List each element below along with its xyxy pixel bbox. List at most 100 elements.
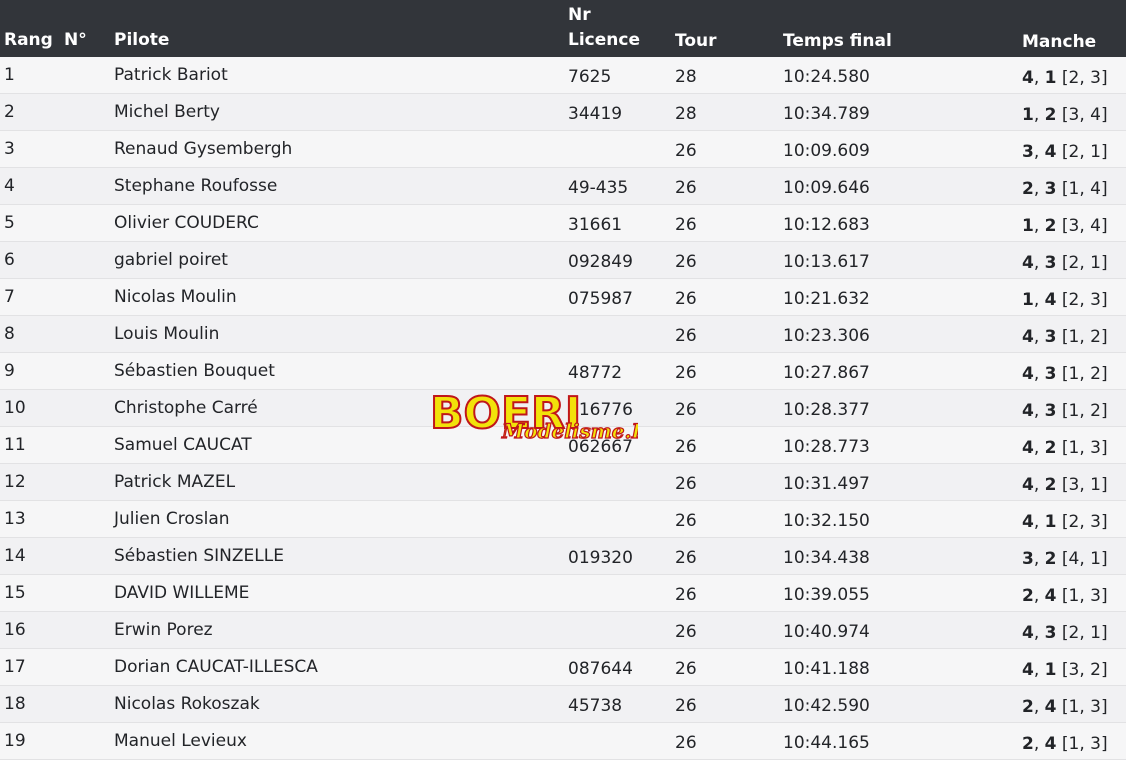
manche-rest: [3, 2] xyxy=(1061,660,1108,680)
manche-separator: , xyxy=(1033,697,1045,717)
manche-cell: 1, 2 [3, 4] xyxy=(1022,104,1108,126)
manche-cell: 3, 4 [2, 1] xyxy=(1022,141,1108,163)
manche-separator: , xyxy=(1033,142,1045,162)
header-pilote[interactable]: Pilote xyxy=(114,28,169,52)
rang-cell: 8 xyxy=(4,324,15,344)
manche-separator: , xyxy=(1033,364,1045,384)
manche-best-1: 1 xyxy=(1022,216,1034,236)
manche-cell: 4, 3 [2, 1] xyxy=(1022,252,1108,274)
table-row[interactable]: 17 Dorian CAUCAT-ILLESCA 087644 26 10:41.188… xyxy=(0,649,1126,686)
tour-cell: 26 xyxy=(675,437,697,457)
manche-best-2: 2 xyxy=(1044,475,1057,495)
pilote-cell: Patrick MAZEL xyxy=(114,472,236,492)
table-row[interactable]: 5 Olivier COUDERC 31661 26 10:12.683 1, 2 [3,… xyxy=(0,205,1126,242)
temps-final-cell: 10:21.632 xyxy=(783,289,870,309)
manche-best-1: 4 xyxy=(1022,253,1034,273)
table-row[interactable]: 12 Patrick MAZEL 26 10:31.497 4, 2 [3, 1] xyxy=(0,464,1126,501)
manche-rest: [2, 1] xyxy=(1061,253,1108,273)
table-row[interactable]: 8 Louis Moulin 26 10:23.306 4, 3 [1, 2] xyxy=(0,316,1126,353)
manche-cell: 4, 3 [2, 1] xyxy=(1022,622,1108,644)
manche-separator: , xyxy=(1033,105,1045,125)
pilote-cell: Renaud Gysembergh xyxy=(114,139,293,159)
pilote-cell: Dorian CAUCAT-ILLESCA xyxy=(114,657,318,677)
table-row[interactable]: 6 gabriel poiret 092849 26 10:13.617 4, 3 [2,… xyxy=(0,242,1126,279)
manche-best-2: 3 xyxy=(1044,623,1057,643)
table-row[interactable]: 9 Sébastien Bouquet 48772 26 10:27.867 4, 3 [… xyxy=(0,353,1126,390)
manche-best-2: 4 xyxy=(1044,142,1057,162)
table-row[interactable]: 19 Manuel Levieux 26 10:44.165 2, 4 [1, 3] xyxy=(0,723,1126,760)
tour-cell: 28 xyxy=(675,67,697,87)
manche-separator: , xyxy=(1033,290,1045,310)
manche-best-2: 2 xyxy=(1044,105,1057,125)
table-row[interactable]: 4 Stephane Roufosse 49-435 26 10:09.646 2, 3 … xyxy=(0,168,1126,205)
manche-best-1: 4 xyxy=(1022,623,1034,643)
pilote-cell: gabriel poiret xyxy=(114,250,228,270)
manche-best-1: 1 xyxy=(1022,105,1034,125)
table-row[interactable]: 7 Nicolas Moulin 075987 26 10:21.632 1, 4 [2,… xyxy=(0,279,1126,316)
results-page: Rang N° Pilote Nr Licence Tour Temps fin… xyxy=(0,0,1126,760)
licence-cell: 016776 xyxy=(568,400,633,420)
temps-final-cell: 10:34.438 xyxy=(783,548,870,568)
manche-cell: 2, 4 [1, 3] xyxy=(1022,585,1108,607)
table-row[interactable]: 13 Julien Croslan 26 10:32.150 4, 1 [2, 3] xyxy=(0,501,1126,538)
manche-best-2: 3 xyxy=(1044,327,1057,347)
manche-best-2: 4 xyxy=(1044,290,1057,310)
manche-rest: [2, 3] xyxy=(1061,68,1108,88)
temps-final-cell: 10:31.497 xyxy=(783,474,870,494)
manche-cell: 3, 2 [4, 1] xyxy=(1022,548,1108,570)
licence-cell: 019320 xyxy=(568,548,633,568)
pilote-cell: Patrick Bariot xyxy=(114,65,228,85)
licence-cell: 49-435 xyxy=(568,178,629,198)
manche-cell: 2, 4 [1, 3] xyxy=(1022,696,1108,718)
rang-cell: 7 xyxy=(4,287,15,307)
licence-cell: 075987 xyxy=(568,289,633,309)
header-temps-final[interactable]: Temps final xyxy=(783,29,892,53)
licence-cell: 45738 xyxy=(568,696,623,716)
rang-cell: 3 xyxy=(4,139,15,159)
pilote-cell: Julien Croslan xyxy=(114,509,230,529)
header-licence[interactable]: Nr Licence xyxy=(568,3,640,53)
manche-separator: , xyxy=(1033,438,1045,458)
manche-best-2: 3 xyxy=(1044,401,1057,421)
table-row[interactable]: 16 Erwin Porez 26 10:40.974 4, 3 [2, 1] xyxy=(0,612,1126,649)
manche-rest: [1, 4] xyxy=(1061,179,1108,199)
table-row[interactable]: 18 Nicolas Rokoszak 45738 26 10:42.590 2, 4 [… xyxy=(0,686,1126,723)
manche-rest: [3, 1] xyxy=(1061,475,1108,495)
header-tour[interactable]: Tour xyxy=(675,29,717,53)
manche-separator: , xyxy=(1033,401,1045,421)
manche-separator: , xyxy=(1033,253,1045,273)
header-rang[interactable]: Rang xyxy=(4,28,53,52)
manche-best-1: 4 xyxy=(1022,364,1034,384)
rang-cell: 16 xyxy=(4,620,26,640)
manche-rest: [1, 3] xyxy=(1061,734,1108,754)
header-manche[interactable]: Manche xyxy=(1022,30,1096,54)
pilote-cell: Stephane Roufosse xyxy=(114,176,278,196)
table-row[interactable]: 1 Patrick Bariot 7625 28 10:24.580 4, 1 [2, 3… xyxy=(0,57,1126,94)
manche-cell: 2, 4 [1, 3] xyxy=(1022,733,1108,755)
table-row[interactable]: 15 DAVID WILLEME 26 10:39.055 2, 4 [1, 3] xyxy=(0,575,1126,612)
table-row[interactable]: 2 Michel Berty 34419 28 10:34.789 1, 2 [3, 4] xyxy=(0,94,1126,131)
tour-cell: 26 xyxy=(675,252,697,272)
temps-final-cell: 10:28.773 xyxy=(783,437,870,457)
table-row[interactable]: 3 Renaud Gysembergh 26 10:09.609 3, 4 [2, 1] xyxy=(0,131,1126,168)
manche-best-1: 4 xyxy=(1022,438,1034,458)
licence-cell: 092849 xyxy=(568,252,633,272)
table-row[interactable]: 11 Samuel CAUCAT 062667 26 10:28.773 4, 2 [1,… xyxy=(0,427,1126,464)
licence-cell: 087644 xyxy=(568,659,633,679)
header-numero[interactable]: N° xyxy=(64,28,87,52)
manche-best-2: 4 xyxy=(1044,734,1057,754)
manche-cell: 4, 1 [2, 3] xyxy=(1022,67,1108,89)
table-row[interactable]: 14 Sébastien SINZELLE 019320 26 10:34.438 3, … xyxy=(0,538,1126,575)
manche-best-2: 1 xyxy=(1044,68,1057,88)
table-header: Rang N° Pilote Nr Licence Tour Temps fin… xyxy=(0,0,1126,57)
temps-final-cell: 10:39.055 xyxy=(783,585,870,605)
table-row[interactable]: 10 Christophe Carré 016776 26 10:28.377 4, 3 … xyxy=(0,390,1126,427)
manche-best-2: 3 xyxy=(1044,253,1057,273)
manche-best-2: 3 xyxy=(1044,364,1057,384)
tour-cell: 26 xyxy=(675,548,697,568)
manche-best-2: 4 xyxy=(1044,586,1057,606)
tour-cell: 26 xyxy=(675,696,697,716)
manche-rest: [1, 3] xyxy=(1061,586,1108,606)
licence-cell: 31661 xyxy=(568,215,623,235)
pilote-cell: Erwin Porez xyxy=(114,620,213,640)
